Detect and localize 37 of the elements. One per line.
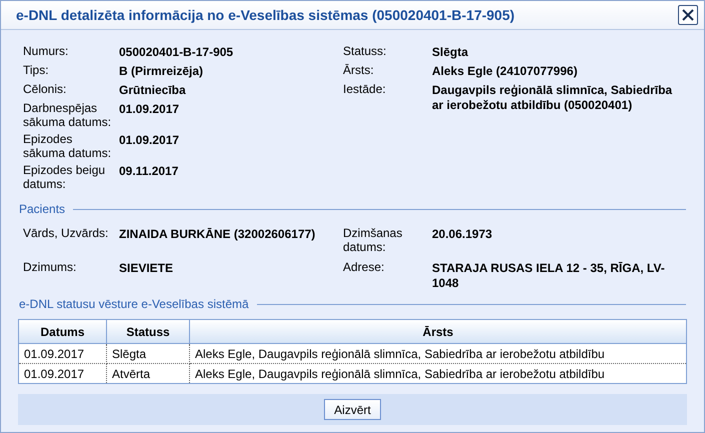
field-value: Daugavpils reģionālā slimnīca, Sabiedrība ar ierobežotu atbildību (050020401) xyxy=(432,82,674,113)
field-label: Statuss: xyxy=(343,44,388,60)
field-label: Tips: xyxy=(23,63,50,79)
field-label: Darbnespējas sākuma datums: xyxy=(23,101,112,129)
table-cell: 01.09.2017 xyxy=(18,344,106,364)
field-value: Grūtniecība xyxy=(119,82,187,98)
field-label: Iestāde: xyxy=(343,82,387,98)
field-label: Cēlonis: xyxy=(23,82,68,98)
field-value: 01.09.2017 xyxy=(119,132,180,149)
field-label: Numurs: xyxy=(23,44,70,60)
column-header: Datums xyxy=(18,320,106,344)
close-dialog-button[interactable]: Aizvērt xyxy=(324,399,381,420)
close-button[interactable] xyxy=(678,5,698,25)
field-value: Slēgta xyxy=(432,44,470,60)
field-label: Dzimums: xyxy=(23,260,78,276)
table-cell: Slēgta xyxy=(106,344,190,364)
field-label: Vārds, Uzvārds: xyxy=(23,226,110,242)
field-label: Epizodes beigu datums: xyxy=(23,163,106,191)
field-value: 09.11.2017 xyxy=(119,163,180,180)
section-legend: e-DNL statusu vēsture e-Veselības sistēmā xyxy=(19,295,249,313)
field-value: 20.06.1973 xyxy=(432,226,494,243)
field-label: Epizodes sākuma datums: xyxy=(23,132,112,160)
field-label: Dzimšanas datums: xyxy=(343,226,404,254)
field-value: 050020401-B-17-905 xyxy=(119,44,234,60)
close-icon xyxy=(682,9,694,21)
field-value: 01.09.2017 xyxy=(119,101,180,118)
column-header: Ārsts xyxy=(190,320,686,344)
column-header: Statuss xyxy=(106,320,190,344)
field-value: STARAJA RUSAS IELA 12 - 35, RĪGA, LV-1048 xyxy=(432,260,666,291)
field-value: SIEVIETE xyxy=(119,260,174,276)
field-label: Adrese: xyxy=(343,260,386,276)
field-value: B (Pirmreizēja) xyxy=(119,63,204,79)
field-value: Aleks Egle (24107077996) xyxy=(432,63,578,79)
field-label: Ārsts: xyxy=(343,63,375,79)
field-value: ZINAIDA BURKĀNE (32002606177) xyxy=(119,226,316,242)
window-title: e-DNL detalizēta informācija no e-Veselības sistēmas (050020401-B-17-905) xyxy=(16,6,515,25)
section-legend: Pacients xyxy=(19,200,66,218)
